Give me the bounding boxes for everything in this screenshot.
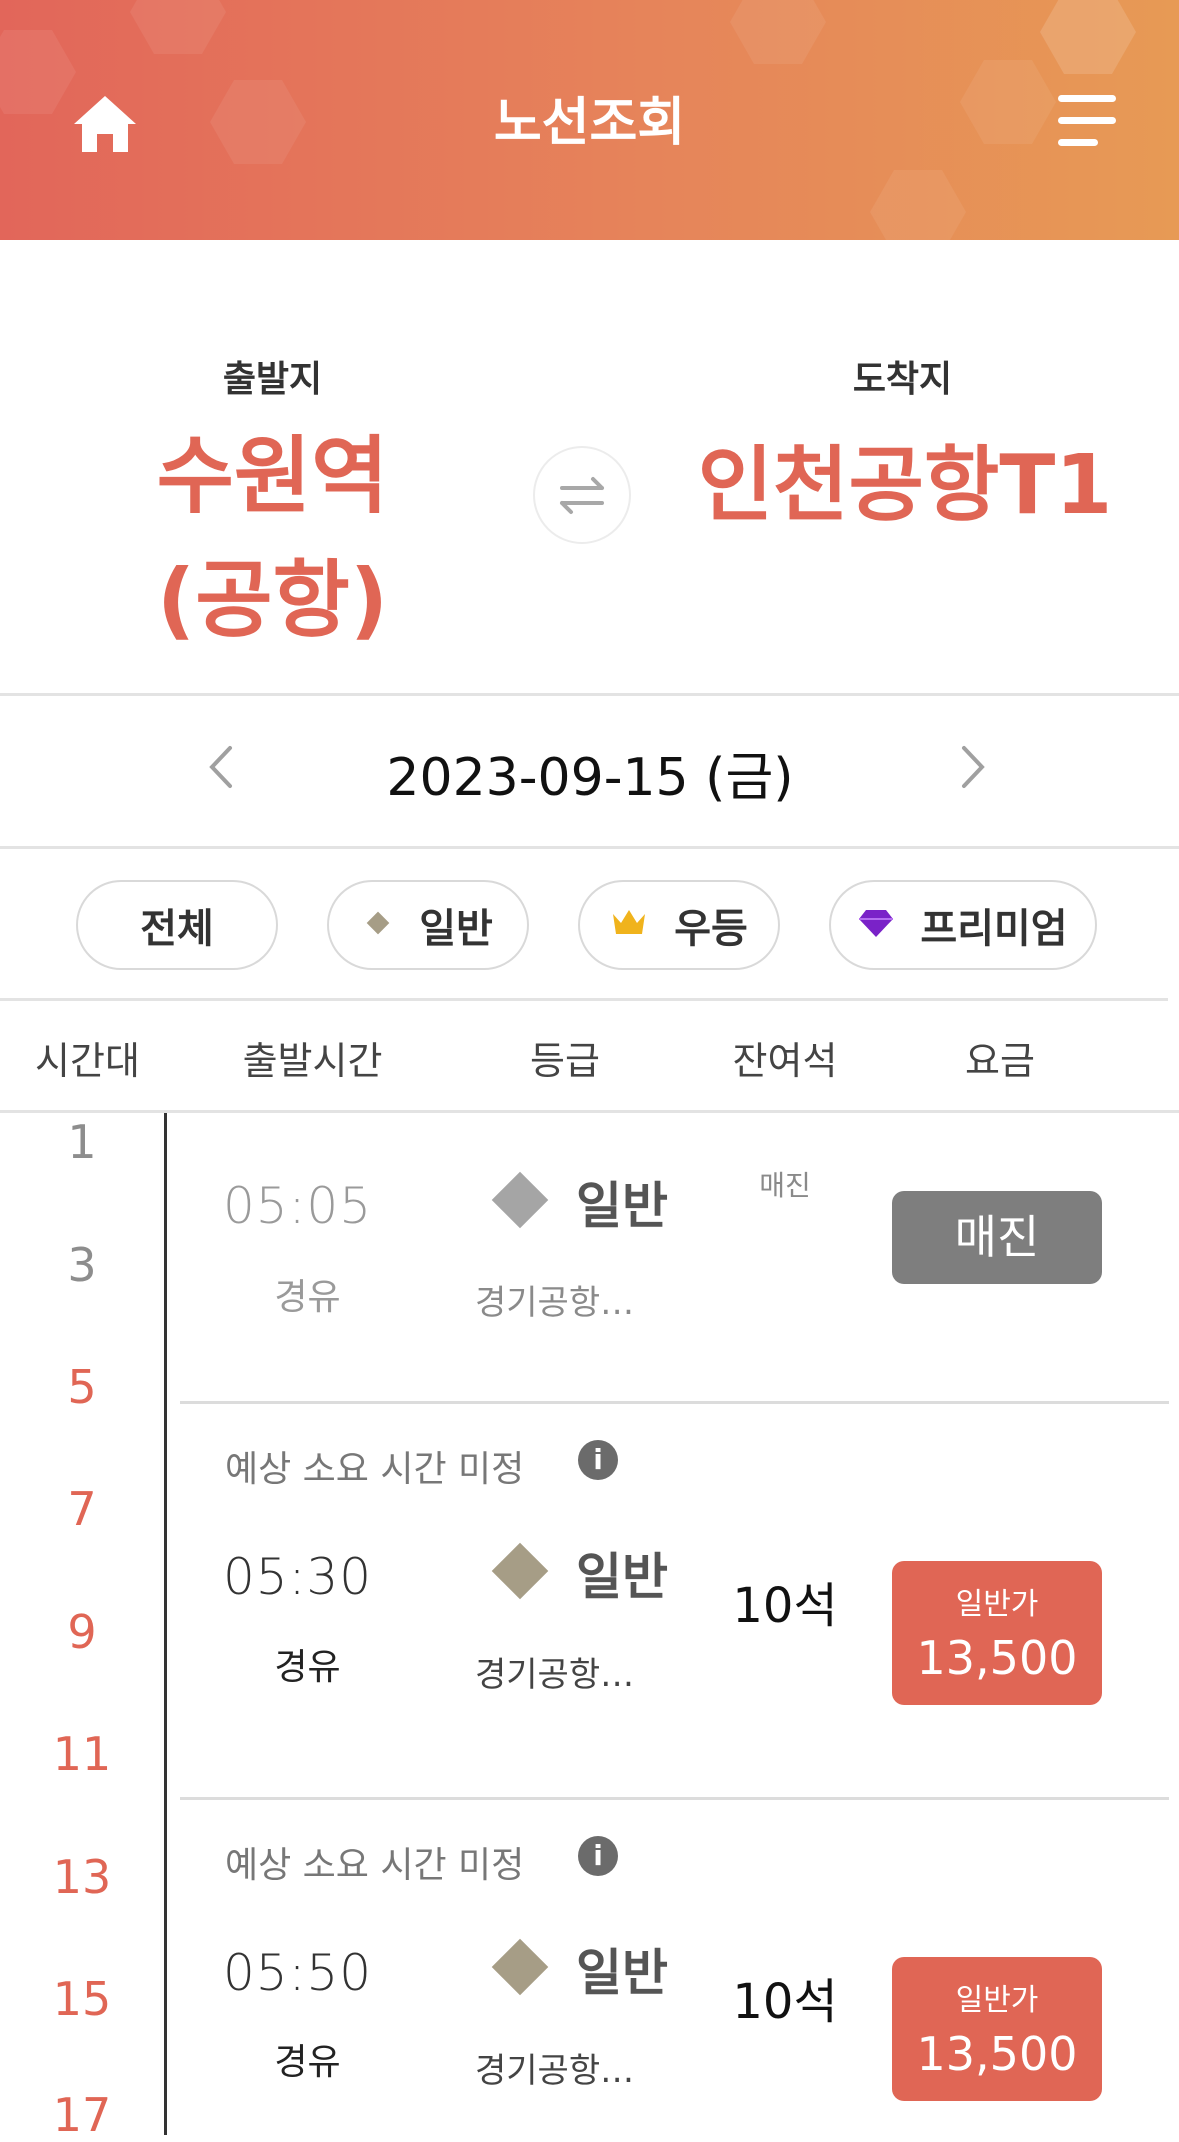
remaining-seats: 매진	[759, 1169, 811, 1202]
fare-button[interactable]: 일반가 13,500	[892, 1957, 1102, 2101]
filter-general[interactable]: 일반	[327, 880, 529, 970]
filter-premium[interactable]: 프리미엄	[829, 880, 1097, 970]
gem-icon	[858, 902, 894, 948]
divider	[0, 1110, 1179, 1113]
timeline-bar	[164, 1113, 167, 2135]
fare-type: 일반가	[955, 1587, 1039, 1622]
departure-time: 05:05	[222, 1177, 373, 1235]
timeline-hour[interactable]: 3	[30, 1238, 134, 1292]
fare-amount: 13,500	[916, 1631, 1078, 1685]
via-label: 경유	[274, 2042, 341, 2083]
menu-icon	[1058, 95, 1116, 102]
column-header: 시간대	[35, 1039, 140, 1083]
diamond-icon	[491, 1542, 549, 1600]
departure-label: 출발지	[222, 359, 323, 400]
timeline-hour[interactable]: 7	[30, 1482, 134, 1536]
row-divider	[180, 1797, 1169, 1800]
fare-button[interactable]: 일반가 13,500	[892, 1561, 1102, 1705]
soldout-button[interactable]: 매진	[892, 1191, 1102, 1284]
timeline-hour[interactable]: 17	[30, 2088, 134, 2142]
timeline-hour[interactable]: 1	[30, 1115, 134, 1169]
swap-route-button[interactable]	[533, 446, 631, 544]
divider	[0, 998, 1168, 1001]
timeline-hour[interactable]: 5	[30, 1360, 134, 1414]
column-header: 등급	[530, 1039, 600, 1083]
menu-button[interactable]	[1058, 95, 1118, 147]
info-icon[interactable]: i	[578, 1440, 618, 1480]
date-display[interactable]: 2023-09-15 (금)	[300, 735, 880, 810]
arrival-label: 도착지	[852, 359, 953, 400]
next-date-button[interactable]	[952, 742, 992, 792]
app-header: 노선조회	[0, 0, 1179, 240]
swap-icon	[560, 477, 604, 514]
chevron-right-icon	[962, 746, 985, 788]
timeline-hour[interactable]: 13	[30, 1850, 134, 1904]
grade-label: 일반	[576, 1944, 668, 2002]
filter-label: 일반	[419, 906, 493, 952]
grade-label: 일반	[576, 1177, 668, 1235]
grade-label: 일반	[576, 1548, 668, 1606]
page-title: 노선조회	[493, 93, 686, 153]
filter-label: 프리미엄	[920, 906, 1068, 952]
column-header: 요금	[965, 1039, 1035, 1083]
remaining-seats: 10석	[732, 1974, 838, 2030]
remaining-seats: 10석	[732, 1578, 838, 1634]
timeline-hour[interactable]: 15	[30, 1972, 134, 2026]
column-header: 출발시간	[242, 1039, 383, 1083]
via-label: 경유	[274, 1647, 341, 1688]
diamond-icon	[491, 1171, 549, 1229]
info-icon[interactable]: i	[578, 1836, 618, 1876]
fare-amount: 13,500	[916, 2027, 1078, 2081]
divider	[0, 693, 1179, 696]
filter-label: 우등	[674, 906, 748, 952]
chevron-left-icon	[209, 746, 232, 788]
crown-icon	[610, 902, 648, 948]
departure-time: 05:30	[222, 1548, 373, 1606]
grade-route-label: 경기공항…	[475, 2051, 635, 2091]
departure-name[interactable]: 수원역 (공항)	[100, 414, 445, 662]
via-label: 경유	[274, 1277, 341, 1318]
timeline-hour[interactable]: 11	[30, 1727, 134, 1781]
prev-date-button[interactable]	[202, 742, 242, 792]
diamond-icon	[363, 902, 393, 948]
duration-notice: 예상 소요 시간 미정	[225, 1449, 525, 1490]
grade-route-label: 경기공항…	[475, 1655, 635, 1695]
divider	[0, 846, 1179, 849]
diamond-icon	[491, 1938, 549, 1996]
timeline-hour[interactable]: 9	[30, 1605, 134, 1659]
arrival-name[interactable]: 인천공항T1	[685, 424, 1125, 548]
departure-time: 05:50	[222, 1944, 373, 2002]
column-header: 잔여석	[732, 1039, 838, 1083]
filter-label: 전체	[140, 906, 214, 952]
fare-type: 일반가	[955, 1983, 1039, 2018]
filter-premium-class[interactable]: 우등	[578, 880, 780, 970]
row-divider	[180, 1401, 1169, 1404]
filter-all[interactable]: 전체	[76, 880, 278, 970]
grade-route-label: 경기공항…	[475, 1283, 635, 1323]
duration-notice: 예상 소요 시간 미정	[225, 1845, 525, 1886]
